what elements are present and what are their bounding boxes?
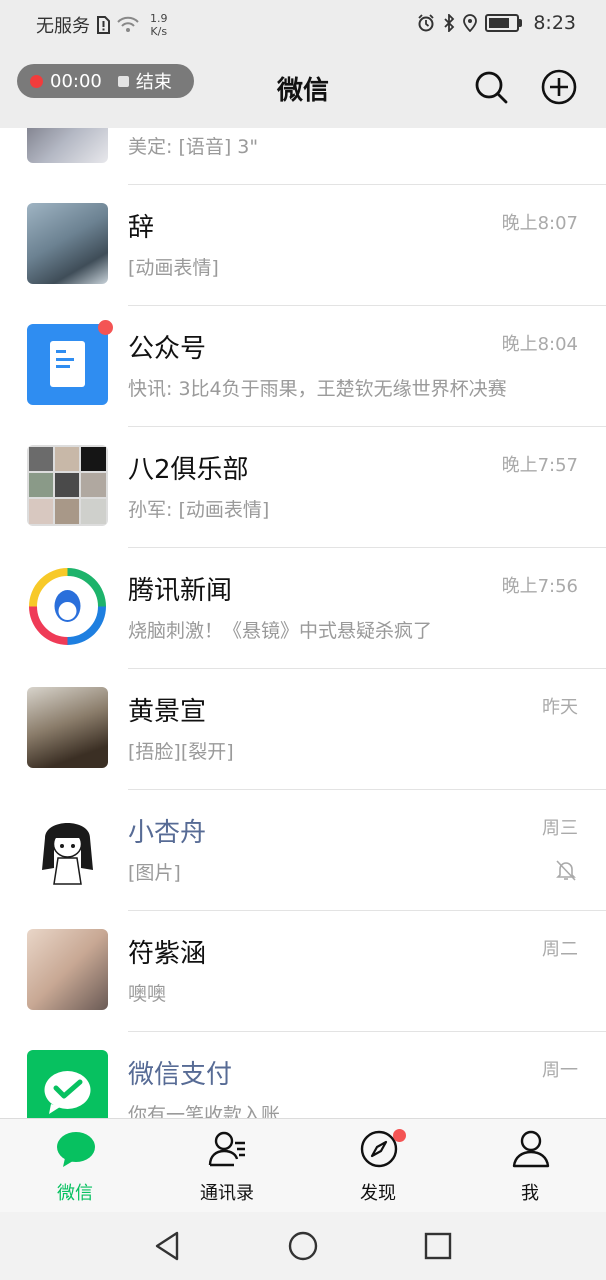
tab-label: 通讯录 — [200, 1183, 254, 1204]
bluetooth-icon — [444, 14, 455, 32]
net-speed: 1.9 K/s — [150, 12, 168, 38]
chat-preview: 快讯: 3比4负于雨果，王楚钦无缘世界杯决赛 — [128, 378, 507, 400]
back-icon[interactable] — [151, 1229, 185, 1263]
contacts-icon — [208, 1131, 245, 1167]
chat-item[interactable]: 腾讯新闻 烧脑刺激！《悬镜》中式悬疑杀疯了 晚上7:56 — [0, 548, 606, 669]
chat-name: 符紫涵 — [128, 939, 207, 969]
tencent-news-logo-icon — [29, 568, 106, 645]
chat-name: 八2俱乐部 — [128, 455, 249, 485]
cartoon-girl-avatar — [42, 823, 93, 885]
chat-preview: 美定: [语音] 3" — [128, 136, 259, 158]
chat-time: 昨天 — [542, 697, 578, 718]
chat-item[interactable]: 辞 [动画表情] 晚上8:07 — [0, 185, 606, 306]
chat-preview: [动画表情] — [128, 257, 219, 279]
tab-label: 发现 — [360, 1183, 396, 1204]
chat-time: 晚上7:57 — [501, 455, 578, 476]
chat-item[interactable]: 八2俱乐部 孙军: [动画表情] 晚上7:57 — [0, 427, 606, 548]
chat-name: 小杏舟 — [128, 818, 207, 848]
tab-label: 我 — [521, 1183, 539, 1204]
system-nav-bar — [0, 1212, 606, 1280]
avatar-group — [27, 445, 108, 526]
avatar-tencent-news — [27, 566, 108, 647]
unread-badge — [98, 320, 113, 335]
location-icon — [463, 14, 478, 32]
chat-name: 微信支付 — [128, 1060, 233, 1090]
avatar — [27, 808, 108, 889]
chat-name: 黄景宣 — [128, 697, 207, 727]
chat-preview: 你有一笔收款入账 — [128, 1104, 281, 1118]
chat-item[interactable]: 黄景宣 [捂脸][裂开] 昨天 — [0, 669, 606, 790]
chat-name: 公众号 — [128, 334, 207, 364]
tab-contacts[interactable]: 通讯录 — [167, 1119, 287, 1213]
avatar — [27, 128, 108, 163]
page-title: 微信 — [276, 76, 329, 106]
home-icon[interactable] — [286, 1229, 320, 1263]
avatar — [27, 687, 108, 768]
avatar-wechat-pay — [27, 1050, 108, 1118]
chat-name: 辞 — [128, 213, 155, 243]
chat-list: 美定: [语音] 3" 辞 [动画表情] 晚上8:07 公众号 快讯: 3比4负… — [0, 128, 606, 1118]
chat-item[interactable]: 符紫涵 噢噢 周二 — [0, 911, 606, 1032]
battery-icon — [485, 14, 523, 32]
chat-item[interactable]: 微信支付 你有一笔收款入账 周一 — [0, 1032, 606, 1118]
wifi-icon — [117, 16, 139, 32]
discover-badge — [393, 1129, 406, 1142]
status-bar: 无服务 1.9 K/s 8:23 — [0, 0, 606, 50]
tab-me[interactable]: 我 — [470, 1119, 590, 1213]
add-icon[interactable] — [540, 68, 578, 106]
person-icon — [512, 1130, 550, 1168]
wechat-pay-icon — [44, 1071, 91, 1114]
chat-preview: 孙军: [动画表情] — [128, 499, 270, 521]
tab-discover[interactable]: 发现 — [318, 1119, 438, 1213]
net-speed-value: 1.9 — [150, 12, 168, 25]
chat-time: 晚上8:04 — [501, 334, 578, 355]
sim-alert-icon — [97, 16, 110, 34]
avatar-official-accounts — [27, 324, 108, 405]
chat-item[interactable]: 美定: [语音] 3" — [0, 128, 606, 185]
chat-time: 晚上8:07 — [501, 213, 578, 234]
chat-time: 晚上7:56 — [501, 576, 578, 597]
net-speed-unit: K/s — [150, 25, 168, 38]
chat-time: 周三 — [542, 818, 578, 839]
bottom-tab-bar: 微信 通讯录 发现 我 — [0, 1118, 606, 1213]
chat-preview: [图片] — [128, 862, 181, 884]
chat-preview: 噢噢 — [128, 983, 167, 1005]
title-bar: 00:00 结束 微信 — [0, 50, 606, 128]
chat-time: 周二 — [542, 939, 578, 960]
chat-name: 腾讯新闻 — [128, 576, 233, 606]
chat-time: 周一 — [542, 1060, 578, 1081]
carrier-label: 无服务 — [36, 16, 90, 37]
chat-item[interactable]: 小杏舟 [图片] 周三 — [0, 790, 606, 911]
chat-bubble-icon — [57, 1132, 95, 1167]
tab-chats[interactable]: 微信 — [15, 1119, 135, 1213]
tab-label: 微信 — [57, 1183, 93, 1204]
article-icon — [50, 341, 85, 387]
avatar — [27, 203, 108, 284]
status-time: 8:23 — [533, 12, 576, 34]
avatar — [27, 929, 108, 1010]
group-avatar-grid — [29, 447, 106, 524]
mute-bell-icon — [556, 860, 576, 881]
chat-preview: 烧脑刺激！《悬镜》中式悬疑杀疯了 — [128, 620, 433, 642]
alarm-icon — [418, 14, 434, 32]
chat-item[interactable]: 公众号 快讯: 3比4负于雨果，王楚钦无缘世界杯决赛 晚上8:04 — [0, 306, 606, 427]
search-icon[interactable] — [472, 68, 510, 106]
chat-preview: [捂脸][裂开] — [128, 741, 234, 763]
recents-icon[interactable] — [421, 1229, 455, 1263]
